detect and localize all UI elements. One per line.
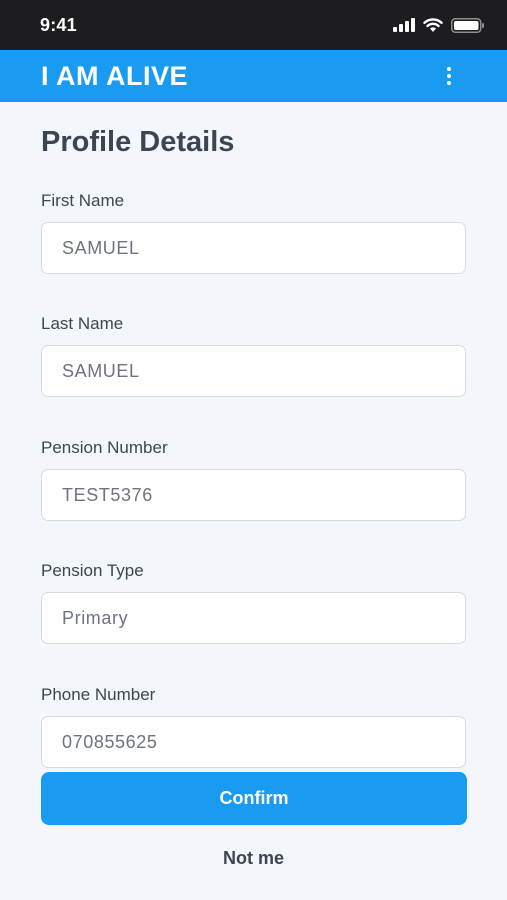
app-title: I AM ALIVE [41,60,189,91]
status-time: 9:41 [40,14,77,35]
not-me-button[interactable]: Not me [0,848,507,869]
first-name-label: First Name [41,191,125,210]
last-name-input[interactable] [41,345,466,397]
pension-type-input[interactable] [41,592,466,644]
status-icons [393,17,485,33]
pension-number-field: Pension Number [41,438,466,521]
more-vert-icon[interactable] [439,62,459,90]
first-name-field: First Name [41,191,466,274]
app-bar: I AM ALIVE [0,50,507,102]
pension-type-label: Pension Type [41,561,144,580]
profile-form: Profile Details First Name Last Name Pen… [0,102,507,768]
pension-number-label: Pension Number [41,438,168,457]
signal-icon [393,18,415,32]
status-bar: 9:41 [0,0,507,50]
phone-number-input[interactable] [41,716,466,768]
battery-icon [451,17,484,33]
pension-number-input[interactable] [41,469,466,521]
last-name-label: Last Name [41,314,124,333]
confirm-button[interactable]: Confirm [41,772,467,825]
page-title: Profile Details [41,126,235,158]
last-name-field: Last Name [41,314,466,397]
phone-number-label: Phone Number [41,685,156,704]
wifi-icon [423,17,443,32]
pension-type-field: Pension Type [41,561,466,644]
first-name-input[interactable] [41,222,466,274]
phone-number-field: Phone Number [41,685,466,768]
